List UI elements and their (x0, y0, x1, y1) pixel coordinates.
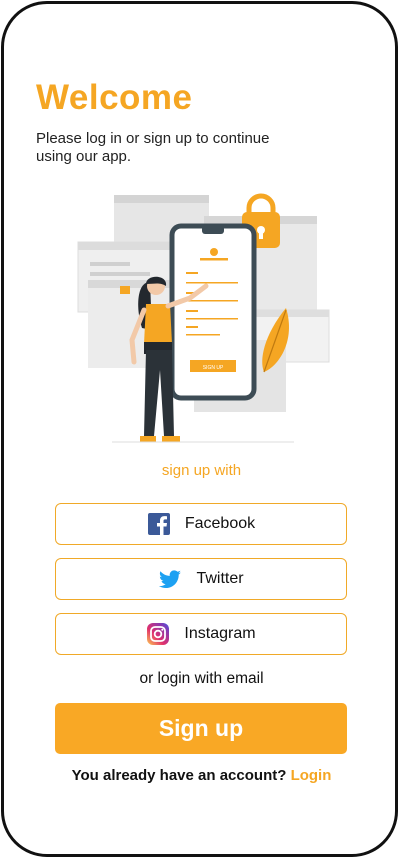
illustration-signup-text: SIGN UP (203, 365, 224, 371)
twitter-label: Twitter (196, 570, 244, 587)
login-link[interactable]: Login (291, 767, 332, 784)
facebook-button[interactable]: Facebook (55, 503, 347, 545)
sign-up-label: Sign up (158, 715, 244, 741)
page-subtitle: Please log in or sign up to continue usi… (36, 130, 270, 165)
login-with-email-link[interactable]: or login with email (0, 670, 403, 688)
facebook-icon (147, 513, 170, 535)
account-prompt-text: You already have an account? (71, 767, 287, 784)
twitter-button[interactable]: Twitter (55, 558, 347, 600)
instagram-label: Instagram (184, 625, 256, 642)
account-prompt: You already have an account? Login (0, 767, 403, 784)
facebook-label: Facebook (184, 515, 256, 532)
signup-with-heading: sign up with (161, 462, 242, 479)
twitter-icon (159, 570, 182, 588)
login-illustration: SIGN UP (77, 193, 330, 443)
page-title: Welcome (36, 78, 193, 117)
instagram-button[interactable]: Instagram (55, 613, 347, 655)
sign-up-button[interactable]: Sign up (55, 703, 347, 754)
instagram-icon (147, 623, 170, 645)
